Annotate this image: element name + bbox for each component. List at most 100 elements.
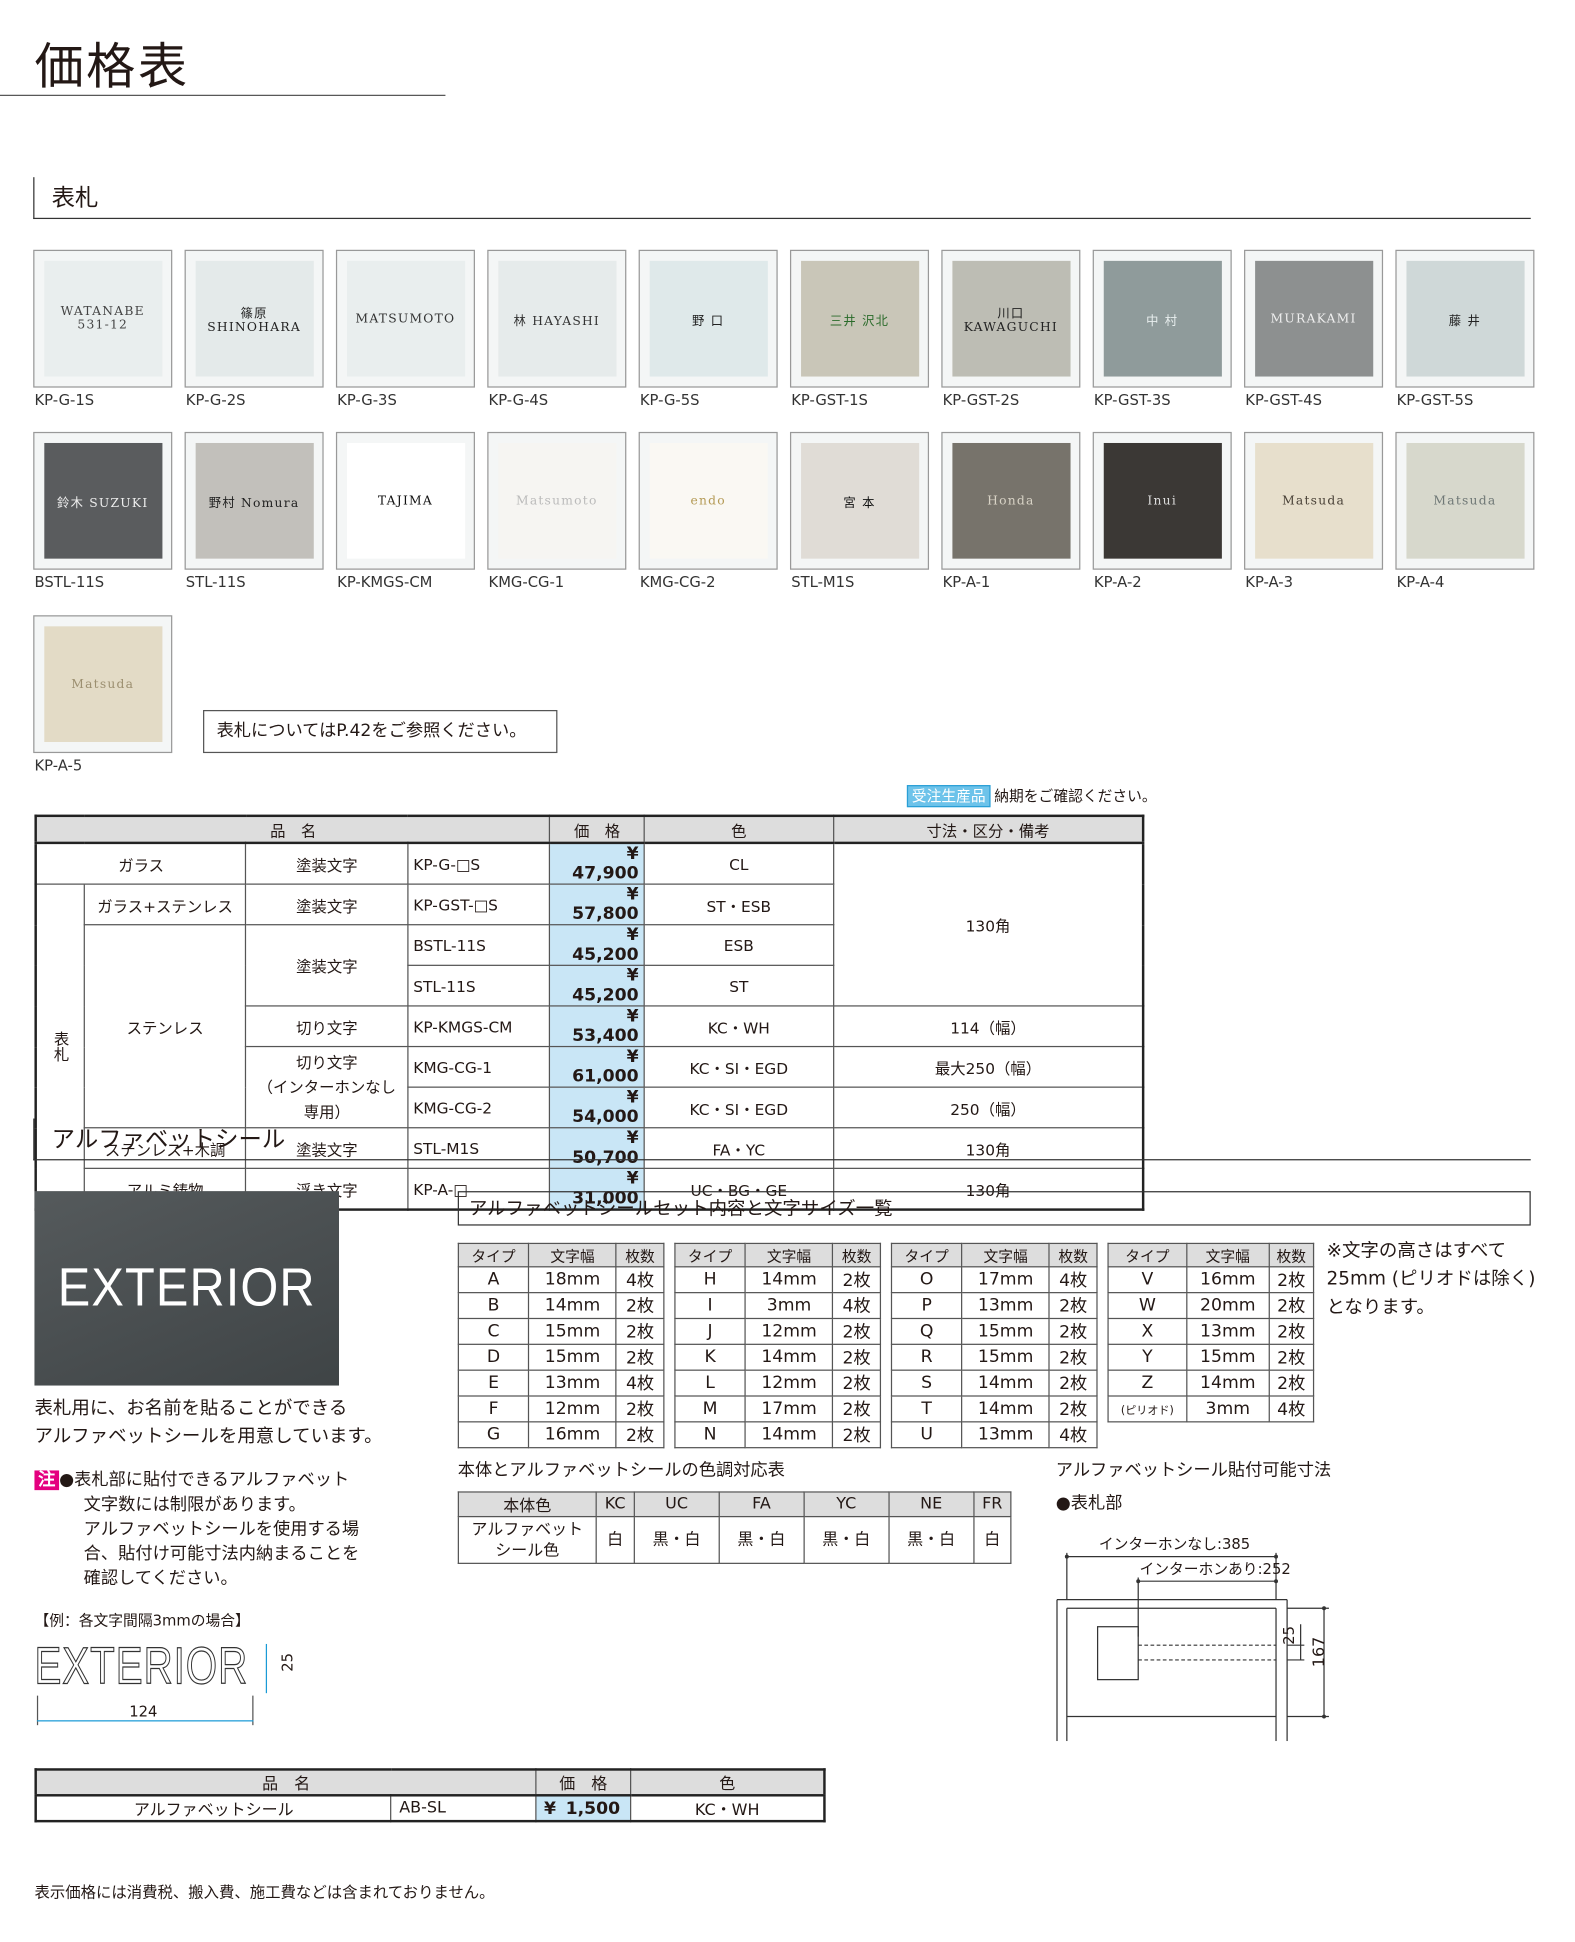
- cell-remarks: 114（幅）: [832, 1005, 1144, 1048]
- width-cell: 17mm: [961, 1266, 1051, 1294]
- table-row: G 16mm 2枚: [457, 1421, 665, 1449]
- count-cell: 2枚: [615, 1292, 665, 1320]
- header-cell: タイプ: [457, 1242, 530, 1268]
- width-with-intercom: インターホンあり:252: [1139, 1560, 1291, 1578]
- count-cell: 2枚: [1048, 1395, 1098, 1423]
- count-cell: 2枚: [1268, 1292, 1315, 1320]
- header-cell: 枚数: [1268, 1242, 1315, 1268]
- type-cell: H: [674, 1266, 746, 1294]
- header-cell: タイプ: [674, 1242, 746, 1268]
- table-row: S 14mm 2枚: [890, 1369, 1098, 1397]
- cell-code: KP-GST-□S: [407, 883, 551, 926]
- width-cell: 13mm: [961, 1421, 1051, 1449]
- type-cell: F: [457, 1395, 530, 1423]
- product-code-label: KP-GST-3S: [1093, 391, 1171, 409]
- table-row: L 12mm 2枚: [674, 1369, 882, 1397]
- product-code-label: BSTL-11S: [34, 573, 105, 591]
- table-row: アルファベット シール色白黒・白 黒・白 黒・白 黒・白白: [457, 1515, 1012, 1564]
- width-cell: 16mm: [528, 1421, 617, 1449]
- type-cell: C: [457, 1317, 530, 1345]
- cell-type: 切り文字: [245, 1005, 409, 1048]
- table-header-row: 品 名 価 格 色 寸法・区分・備考: [35, 815, 1144, 845]
- header-cell: 枚数: [615, 1242, 665, 1268]
- body-color-cell: FR: [972, 1491, 1012, 1518]
- table-row: R 15mm 2枚: [890, 1343, 1098, 1371]
- table-row: M 17mm 2枚: [674, 1395, 882, 1423]
- seal-height: 25: [1280, 1625, 1298, 1645]
- nameplate-image: 藤 井: [1405, 260, 1524, 377]
- nameplate-image: Matsumoto: [497, 442, 616, 559]
- type-cell: J: [674, 1317, 746, 1345]
- table-row: U 13mm 4枚: [890, 1421, 1098, 1449]
- cell-material: ガラス: [35, 842, 247, 885]
- section-header-nameplate: 表札: [33, 177, 1531, 220]
- width-cell: 12mm: [528, 1395, 617, 1423]
- height-note: ※文字の高さはすべて 25mm (ピリオドは除く) となります。: [1326, 1237, 1535, 1322]
- nameplate-image: 篠原 SHINOHARA: [195, 260, 314, 377]
- nameplate-image: 中 村: [1103, 260, 1222, 377]
- table-header-row: 本体色 KC UC FA YC NE FR: [457, 1491, 1012, 1518]
- table-header-row: タイプ 文字幅 枚数: [890, 1242, 1098, 1268]
- width-cell: 14mm: [744, 1421, 834, 1449]
- made-to-order-badge: 受注生産品: [906, 785, 991, 808]
- cell-material: ガラス+ステンレス: [83, 883, 247, 926]
- type-cell: R: [890, 1343, 963, 1371]
- cell-price: ¥ 61,000: [549, 1045, 645, 1088]
- type-cell: Q: [890, 1317, 963, 1345]
- type-cell: V: [1107, 1266, 1188, 1294]
- type-cell: P: [890, 1292, 963, 1320]
- header-cell: 枚数: [1048, 1242, 1098, 1268]
- type-cell: E: [457, 1369, 530, 1397]
- note-line: 25mm (ピリオドは除く): [1326, 1267, 1536, 1290]
- table-row: H 14mm 2枚: [674, 1266, 882, 1294]
- product-thumbnail: 野 口: [638, 249, 778, 388]
- count-cell: 2枚: [1268, 1266, 1315, 1294]
- count-cell: 4枚: [1268, 1395, 1315, 1423]
- height-dimension-line: [265, 1643, 268, 1694]
- cell-color: ESB: [643, 924, 835, 966]
- note-line: ※文字の高さはすべて: [1326, 1239, 1507, 1262]
- footer-note: 表示価格には消費税、搬入費、施工費などは含まれておりません。: [34, 1882, 495, 1902]
- cell-type: 塗装文字: [245, 924, 409, 1007]
- width-cell: 3mm: [744, 1292, 834, 1320]
- product-thumbnail: Honda: [941, 431, 1081, 570]
- count-cell: 4枚: [1048, 1421, 1098, 1449]
- width-cell: 14mm: [528, 1292, 617, 1320]
- promo-line: 表札用に、お名前を貼ることができる: [34, 1396, 348, 1419]
- seal-price-table: 品 名 価 格 色 アルファベットシール AB-SL ¥1,500 KC・WH: [34, 1768, 826, 1823]
- nameplate-image: MATSUMOTO: [346, 260, 465, 377]
- product-thumbnail: Inui: [1092, 431, 1232, 570]
- product-thumbnail: 宮 本: [789, 431, 930, 570]
- product-thumbnail: 川口 KAWAGUCHI: [941, 249, 1081, 388]
- type-cell: Y: [1107, 1343, 1188, 1371]
- table-row: W 20mm 2枚: [1107, 1292, 1315, 1320]
- cell-price: ¥ 45,200: [549, 964, 645, 1007]
- product-code-label: KP-G-5S: [639, 391, 700, 409]
- caution-badge: 注: [34, 1470, 60, 1491]
- type-cell: K: [674, 1343, 746, 1371]
- product-thumbnail: 鈴木 SUZUKI: [33, 431, 173, 570]
- type-cell: W: [1107, 1292, 1188, 1320]
- product-code-label: KP-A-4: [1396, 573, 1445, 591]
- cell-code: BSTL-11S: [407, 924, 551, 966]
- product-code-label: KP-GST-4S: [1245, 391, 1322, 409]
- cell-color: KC・WH: [629, 1794, 826, 1822]
- table-row: Q 15mm 2枚: [890, 1317, 1098, 1345]
- header-cell: 文字幅: [961, 1242, 1051, 1268]
- cell-price: ¥ 53,400: [549, 1005, 645, 1048]
- nameplate-image: 川口 KAWAGUCHI: [951, 260, 1070, 377]
- cell-price: ¥ 45,200: [549, 924, 645, 966]
- product-code-label: KP-G-1S: [34, 391, 95, 409]
- product-code-label: KP-GST-5S: [1396, 391, 1474, 409]
- count-cell: 2枚: [832, 1343, 882, 1371]
- seal-color-cell: 黒・白: [718, 1515, 805, 1564]
- count-cell: 2枚: [832, 1369, 882, 1397]
- cell-color: CL: [643, 842, 835, 885]
- header-color: 色: [629, 1768, 826, 1797]
- example-height: 25: [278, 1653, 297, 1672]
- width-cell: 15mm: [528, 1317, 617, 1345]
- cell-type: 塗装文字: [245, 842, 409, 885]
- caution-note: 注 ●表札部に貼付できるアルファベット 文字数には制限があります。 アルファベット…: [34, 1468, 391, 1591]
- nameplate-image: Inui: [1103, 442, 1222, 559]
- table-row: (ピリオド) 3mm 4枚: [1107, 1395, 1315, 1423]
